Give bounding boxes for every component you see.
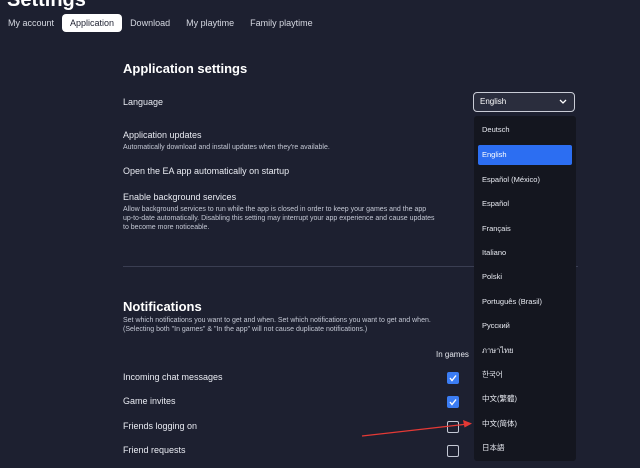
check-icon — [449, 375, 457, 382]
background-services-desc: Allow background services to run while t… — [123, 206, 435, 231]
chevron-down-icon — [559, 99, 567, 104]
language-option-chinese-simplified[interactable]: 中文(简体) — [478, 414, 572, 434]
language-option-english[interactable]: English — [478, 145, 572, 165]
notif-friends-logging-on-in-games-checkbox[interactable] — [447, 421, 459, 433]
language-option-italiano[interactable]: Italiano — [478, 243, 572, 263]
language-option-deutsch[interactable]: Deutsch — [478, 120, 572, 140]
application-updates-label: Application updates — [123, 130, 202, 140]
language-option-thai[interactable]: ภาษาไทย — [478, 341, 572, 361]
language-label: Language — [123, 97, 164, 107]
notif-incoming-chat-in-games-checkbox[interactable] — [447, 372, 459, 384]
notifications-desc: Set which notifications you want to get … — [123, 317, 431, 333]
application-updates-desc: Automatically download and install updat… — [123, 144, 330, 151]
background-services-label: Enable background services — [123, 192, 237, 202]
language-option-russian[interactable]: Русский — [478, 316, 572, 336]
language-option-espanol[interactable]: Español — [478, 194, 572, 214]
language-dropdown-menu: Deutsch English Español (México) Español… — [474, 116, 576, 461]
language-option-korean[interactable]: 한국어 — [478, 365, 572, 385]
language-select[interactable]: English — [473, 92, 575, 112]
notif-friends-logging-on-label: Friends logging on — [123, 421, 198, 431]
in-games-column-header: In games — [436, 350, 469, 359]
language-option-espanol-mexico[interactable]: Español (México) — [478, 170, 572, 190]
notif-incoming-chat-label: Incoming chat messages — [123, 372, 223, 382]
notifications-heading: Notifications — [123, 299, 202, 314]
tab-application[interactable]: Application — [62, 14, 123, 32]
application-settings-heading: Application settings — [123, 61, 248, 76]
language-option-polski[interactable]: Polski — [478, 267, 572, 287]
page-title: Settings — [7, 0, 86, 11]
notif-game-invites-in-games-checkbox[interactable] — [447, 396, 459, 408]
language-option-chinese-traditional[interactable]: 中文(繁體) — [478, 389, 572, 409]
tab-my-account[interactable]: My account — [0, 14, 62, 32]
language-option-japanese[interactable]: 日本語 — [478, 438, 572, 458]
language-option-portugues-brasil[interactable]: Português (Brasil) — [478, 292, 572, 312]
notif-game-invites-label: Game invites — [123, 396, 176, 406]
check-icon — [449, 399, 457, 406]
startup-label: Open the EA app automatically on startup — [123, 166, 290, 176]
notif-friend-requests-label: Friend requests — [123, 445, 186, 455]
language-select-value: English — [480, 97, 507, 106]
language-option-francais[interactable]: Français — [478, 219, 572, 239]
notif-friend-requests-in-games-checkbox[interactable] — [447, 445, 459, 457]
